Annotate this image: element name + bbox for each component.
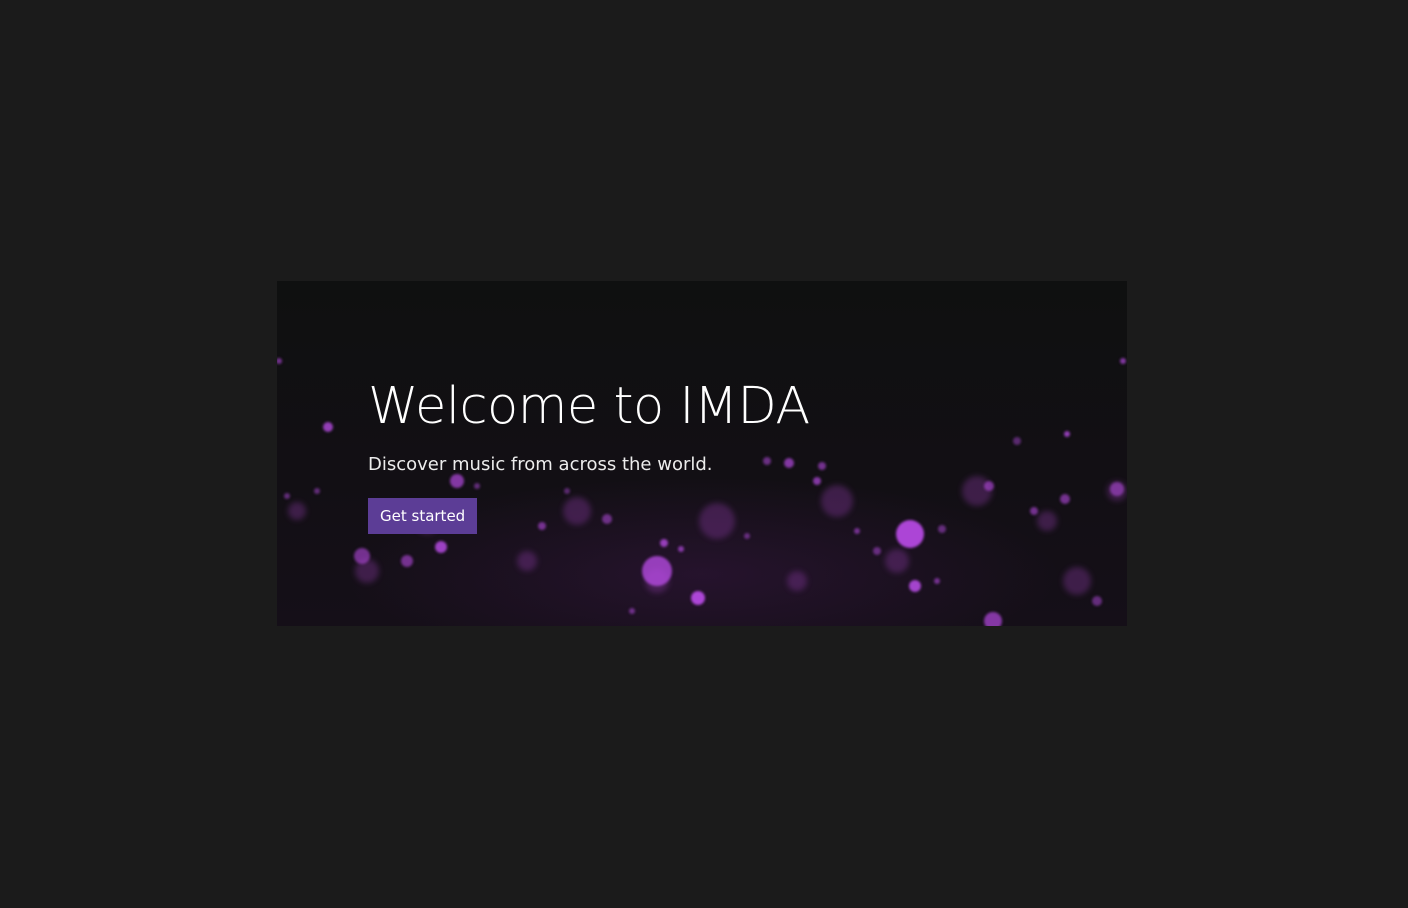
hero-title: Welcome to IMDA (368, 377, 810, 436)
get-started-button[interactable]: Get started (368, 498, 478, 534)
hero-subtitle: Discover music from across the world. (368, 454, 713, 475)
page: Welcome to IMDA Discover music from acro… (0, 0, 1408, 908)
hero-banner: Welcome to IMDA Discover music from acro… (277, 281, 1127, 626)
hero-content: Welcome to IMDA Discover music from acro… (368, 377, 1068, 534)
